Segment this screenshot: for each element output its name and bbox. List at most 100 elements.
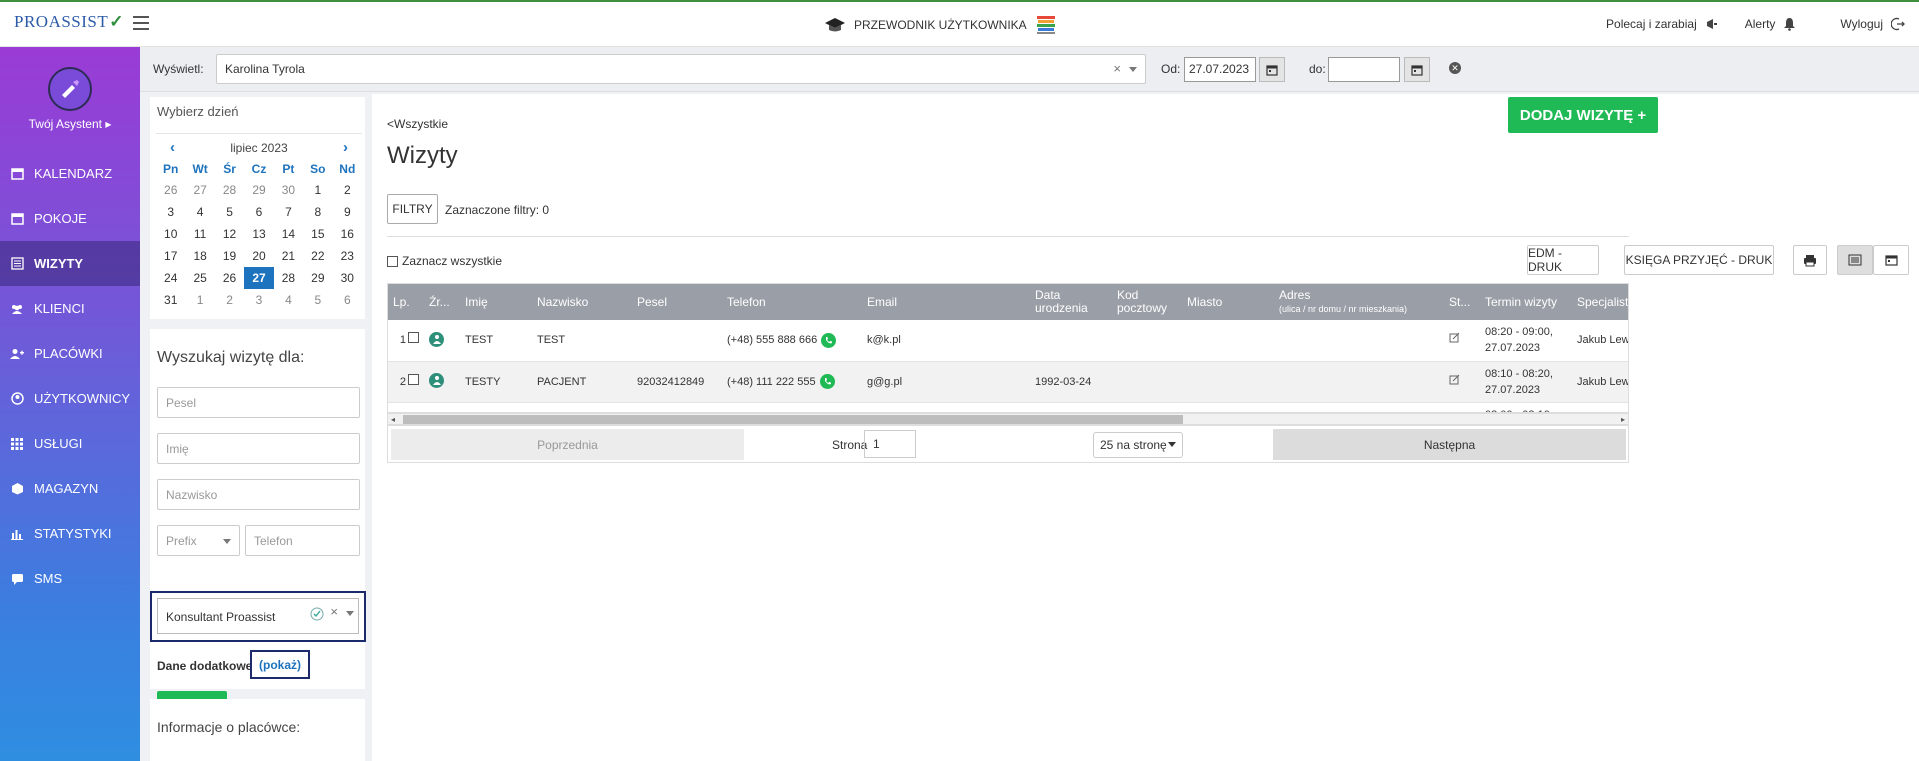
calendar-day[interactable]: 26 [156,179,185,201]
calendar-day[interactable]: 19 [215,245,244,267]
column-header[interactable]: Specjalista [1572,284,1628,320]
calendar-day[interactable]: 22 [303,245,332,267]
phone-call-icon[interactable] [819,374,835,389]
column-header[interactable]: St... [1444,284,1480,320]
date-to-input[interactable] [1328,57,1400,82]
person-select[interactable]: Karolina Tyrola × [216,54,1146,84]
calendar-day[interactable]: 30 [274,179,303,201]
calendar-day[interactable]: 28 [274,267,303,289]
calendar-day[interactable]: 18 [185,245,214,267]
assistant-block[interactable]: Twój Asystent ▸ [0,47,140,151]
consultant-select[interactable]: Konsultant Proassist [157,598,359,634]
scrollbar-thumb[interactable] [403,415,1183,424]
calendar-day[interactable]: 14 [274,223,303,245]
calendar-day[interactable]: 6 [333,289,362,311]
show-extra-link[interactable]: (pokaż) [250,650,310,679]
clear-consultant-icon[interactable]: × [330,604,338,619]
alerts-link[interactable]: Alerty [1745,17,1776,31]
calendar-day[interactable]: 11 [185,223,214,245]
filters-button[interactable]: FILTRY [387,194,438,224]
calendar-day[interactable]: 1 [303,179,332,201]
calendar-day[interactable]: 15 [303,223,332,245]
calendar-view-button[interactable] [1873,245,1909,275]
calendar-day[interactable]: 4 [185,201,214,223]
chevron-down-icon[interactable] [1129,67,1137,72]
calendar-day[interactable]: 17 [156,245,185,267]
calendar-day[interactable]: 10 [156,223,185,245]
table-row[interactable]: 3 PACJENTDEMO92032412849 1992-03-24 08:00 -… [388,402,1628,412]
sidebar-item-magazyn[interactable]: MAGAZYN [0,466,140,511]
calendar-day[interactable]: 28 [215,179,244,201]
chevron-down-icon[interactable] [346,611,354,616]
date-from-input[interactable]: 27.07.2023 [1184,57,1256,82]
bell-icon[interactable] [1783,17,1796,31]
calendar-day[interactable]: 2 [215,289,244,311]
phone-call-icon[interactable] [821,332,837,348]
select-all-checkbox[interactable] [387,255,398,267]
hamburger-menu-button[interactable] [133,16,149,30]
refer-link[interactable]: Polecaj i zarabiaj [1606,17,1697,31]
sidebar-item-pokoje[interactable]: POKOJE [0,196,140,241]
horizontal-scrollbar[interactable]: ◂ ▸ [387,413,1629,425]
calendar-day[interactable]: 2 [333,179,362,201]
logout-icon[interactable] [1891,17,1905,31]
column-header[interactable]: Kod pocztowy [1112,284,1182,320]
select-all[interactable]: Zaznacz wszystkie [387,254,502,268]
calendar-day[interactable]: 3 [156,201,185,223]
prev-page-button[interactable]: Poprzednia [391,429,744,460]
calendar-day[interactable]: 5 [303,289,332,311]
next-month-button[interactable]: › [343,139,348,156]
column-header[interactable]: Miasto [1182,284,1274,320]
table-row[interactable]: 1 TEST TEST (+48) 555 888 666 k@k.pl 08:20 - … [388,320,1628,362]
column-header[interactable]: Nazwisko [532,284,632,320]
calendar-day[interactable]: 21 [274,245,303,267]
edit-status-icon[interactable] [1449,332,1460,343]
sidebar-item-kalendarz[interactable]: KALENDARZ [0,151,140,196]
megaphone-icon[interactable] [1705,17,1719,31]
first-name-input[interactable]: Imię [157,433,360,464]
list-view-button[interactable] [1837,245,1873,275]
scroll-right-icon[interactable]: ▸ [1621,415,1625,424]
row-checkbox[interactable] [408,332,419,344]
admissions-book-print-button[interactable]: KSIĘGA PRZYJĘĆ - DRUK [1624,245,1774,275]
last-name-input[interactable]: Nazwisko [157,479,360,510]
calendar-day[interactable]: 23 [333,245,362,267]
sidebar-item-wizyty[interactable]: WIZYTY [0,241,140,286]
pesel-input[interactable]: Pesel [157,387,360,418]
sidebar-item-użytkownicy[interactable]: UŻYTKOWNICY [0,376,140,421]
phone-input[interactable]: Telefon [245,525,360,556]
date-to-calendar-button[interactable] [1404,57,1430,82]
calendar-day[interactable]: 13 [244,223,273,245]
sidebar-item-placówki[interactable]: PLACÓWKI [0,331,140,376]
calendar-day[interactable]: 8 [303,201,332,223]
column-header[interactable]: Imię [460,284,532,320]
sidebar-item-statystyki[interactable]: STATYSTYKI [0,511,140,556]
calendar-day[interactable]: 4 [274,289,303,311]
calendar-day[interactable]: 31 [156,289,185,311]
calendar-day[interactable]: 5 [215,201,244,223]
calendar-day[interactable]: 1 [185,289,214,311]
prev-month-button[interactable]: ‹ [170,139,175,156]
calendar-day[interactable]: 6 [244,201,273,223]
table-row[interactable]: 2 TESTY PACJENT 92032412849 (+48) 111 222 55… [388,361,1628,403]
edit-status-icon[interactable] [1449,374,1460,385]
column-header[interactable]: Pesel [632,284,722,320]
calendar-day[interactable]: 30 [333,267,362,289]
calendar-day[interactable]: 12 [215,223,244,245]
row-checkbox[interactable] [408,373,419,385]
calendar-day-selected[interactable]: 27 [244,267,274,289]
column-header[interactable]: Źr... [424,284,460,320]
edm-print-button[interactable]: EDM - DRUK [1527,245,1599,275]
calendar-day[interactable]: 29 [244,179,273,201]
calendar-day[interactable]: 3 [244,289,273,311]
calendar-day[interactable]: 16 [333,223,362,245]
clear-dates-icon[interactable]: ✕ [1449,62,1461,74]
calendar-day[interactable]: 26 [215,267,244,289]
calendar-day[interactable]: 27 [185,179,214,201]
date-from-calendar-button[interactable] [1259,57,1285,82]
calendar-day[interactable]: 7 [274,201,303,223]
sidebar-item-usługi[interactable]: USŁUGI [0,421,140,466]
calendar-day[interactable]: 25 [185,267,214,289]
user-guide-link[interactable]: PRZEWODNIK UŻYTKOWNIKA [824,15,1057,35]
back-link[interactable]: <Wszystkie [387,117,448,131]
